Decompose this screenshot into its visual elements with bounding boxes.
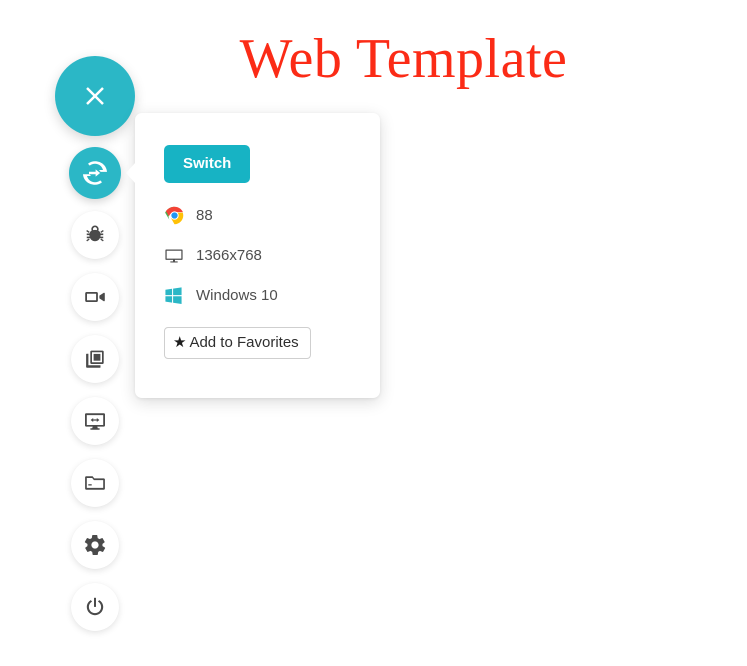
windows-icon: [164, 285, 186, 307]
monitor-resize-icon: [83, 409, 107, 433]
sidebar-item-bug[interactable]: [71, 211, 119, 259]
popup-tail: [126, 162, 136, 184]
info-row-browser: 88: [164, 204, 380, 227]
switch-button[interactable]: Switch: [164, 145, 251, 183]
chrome-icon: [164, 205, 186, 227]
folder-icon: [83, 471, 107, 495]
gear-icon: [83, 533, 107, 557]
add-to-favorites-label: Add to Favorites: [189, 334, 299, 351]
video-camera-icon: [83, 285, 107, 309]
sidebar-item-switch[interactable]: [69, 147, 121, 199]
device-info-list: 88 1366x768 Windows 10: [164, 204, 380, 307]
monitor-icon: [164, 245, 186, 267]
device-info-popup: Switch 88 1366x768 Windows 10 ★ Add to F…: [126, 113, 380, 398]
sidebar-item-files[interactable]: [71, 459, 119, 507]
sidebar-item-power[interactable]: [71, 583, 119, 631]
sidebar: [55, 56, 135, 645]
info-row-resolution: 1366x768: [164, 244, 380, 267]
info-row-os: Windows 10: [164, 284, 380, 307]
power-icon: [83, 595, 107, 619]
sidebar-item-screenshots[interactable]: [71, 335, 119, 383]
operating-system: Windows 10: [196, 286, 278, 304]
close-x-icon: [80, 81, 110, 111]
copy-layers-icon: [83, 347, 107, 371]
star-icon: ★: [173, 334, 187, 351]
sidebar-item-resolution[interactable]: [71, 397, 119, 445]
sidebar-item-close[interactable]: [55, 56, 135, 136]
bug-icon: [84, 224, 106, 246]
switch-arrows-icon: [80, 158, 110, 188]
sidebar-item-record[interactable]: [71, 273, 119, 321]
browser-version: 88: [196, 206, 213, 224]
sidebar-item-settings[interactable]: [71, 521, 119, 569]
screen-resolution: 1366x768: [196, 246, 262, 264]
add-to-favorites-button[interactable]: ★ Add to Favorites: [164, 327, 311, 359]
